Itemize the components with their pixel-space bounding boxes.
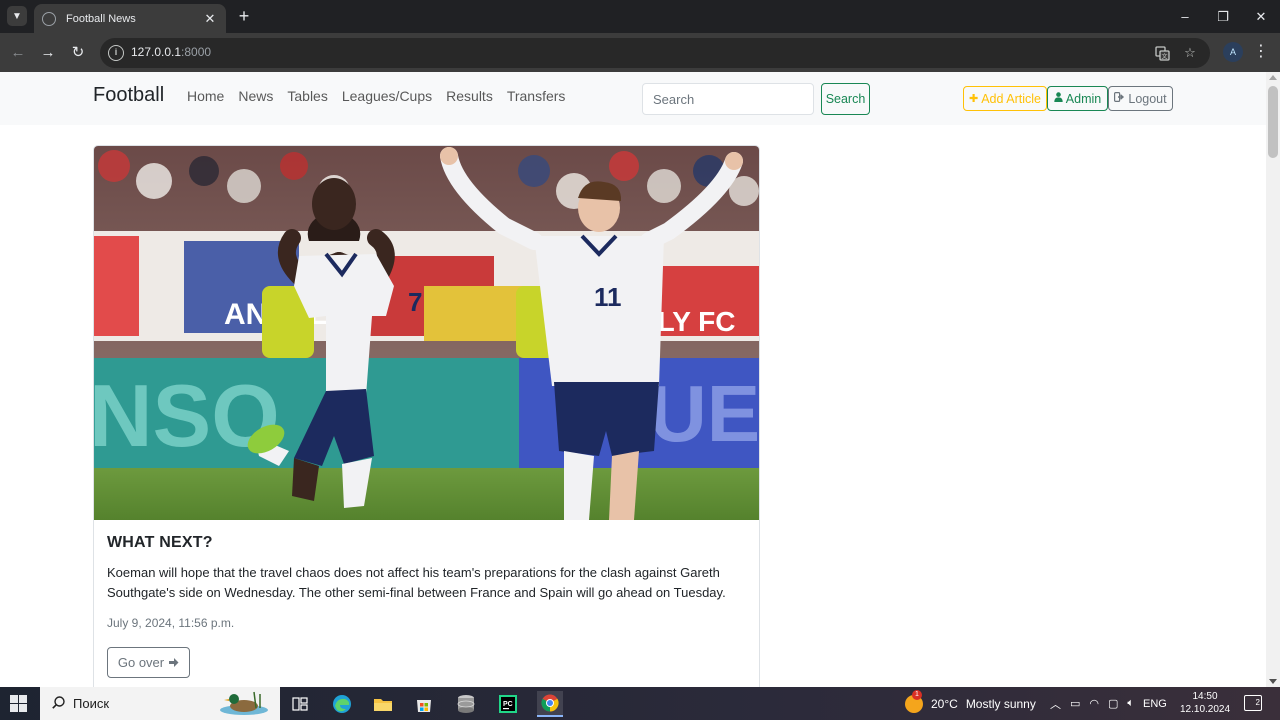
user-icon xyxy=(1054,92,1063,105)
article-body: WHAT NEXT? Koeman will hope that the tra… xyxy=(107,534,747,630)
globe-icon xyxy=(42,11,56,26)
microsoft-store-icon[interactable] xyxy=(411,691,437,717)
svg-text:文: 文 xyxy=(1161,52,1167,60)
article-image: ANGLE SLY FC NSO UE xyxy=(94,146,759,520)
windows-start-icon[interactable] xyxy=(10,695,27,712)
weather-condition: Mostly sunny xyxy=(965,696,1036,711)
windows-taskbar: Поиск PC 1 20°C Mostly sunny ︿ ▭ ◠ ▢ 🔈︎ … xyxy=(0,687,1280,720)
search-button[interactable]: Search xyxy=(821,83,870,115)
player-left-number: 7 xyxy=(408,287,422,317)
device-icon[interactable]: ▢ xyxy=(1108,697,1118,710)
scroll-up-arrow-icon[interactable] xyxy=(1269,75,1277,80)
new-tab-button[interactable]: + xyxy=(234,5,254,27)
weather-widget[interactable]: 1 20°C Mostly sunny xyxy=(905,687,1036,720)
pycharm-icon[interactable]: PC xyxy=(495,691,521,717)
url-host: 127.0.0.1 xyxy=(131,45,182,59)
back-arrow-icon[interactable]: ← xyxy=(7,41,29,63)
site-navbar: Football Home News Tables Leagues/Cups R… xyxy=(0,72,1266,125)
notification-center-icon[interactable]: 2 xyxy=(1244,695,1262,711)
weather-temperature: 20°C xyxy=(931,696,958,711)
forward-arrow-icon[interactable]: → xyxy=(37,41,59,63)
bookmark-star-icon[interactable]: ☆ xyxy=(1181,44,1199,62)
page-viewport: Football Home News Tables Leagues/Cups R… xyxy=(0,72,1266,687)
battery-icon[interactable]: ▭ xyxy=(1070,697,1080,710)
go-over-label: Go over xyxy=(117,655,165,670)
address-url[interactable]: 127.0.0.1:8000 xyxy=(131,45,211,59)
taskbar-search-text: Поиск xyxy=(73,696,110,711)
arrow-right-icon xyxy=(168,657,179,668)
article-text: Koeman will hope that the travel chaos d… xyxy=(107,565,726,600)
browser-menu-icon[interactable]: ⋮ xyxy=(1253,41,1269,63)
nav-link-home[interactable]: Home xyxy=(187,88,224,104)
tab-close-icon[interactable]: ✕ xyxy=(202,11,218,27)
search-icon xyxy=(52,695,65,712)
nav-link-results[interactable]: Results xyxy=(446,88,493,104)
minimize-button[interactable]: – xyxy=(1166,0,1204,33)
nav-link-leagues-cups[interactable]: Leagues/Cups xyxy=(342,88,432,104)
site-info-icon[interactable]: i xyxy=(108,45,124,61)
article-title[interactable]: WHAT NEXT? xyxy=(107,534,747,552)
profile-avatar[interactable]: A xyxy=(1223,42,1243,62)
wifi-icon[interactable]: ◠ xyxy=(1089,697,1099,710)
admin-button[interactable]: Admin xyxy=(1047,86,1108,111)
browser-tab-active[interactable]: Football News ✕ xyxy=(34,4,226,33)
close-window-button[interactable]: ✕ xyxy=(1242,0,1280,33)
scroll-thumb[interactable] xyxy=(1268,86,1278,158)
nav-link-news[interactable]: News xyxy=(238,88,273,104)
clock-date: 12.10.2024 xyxy=(1180,704,1231,715)
maximize-button[interactable]: ❐ xyxy=(1204,0,1242,33)
task-view-icon[interactable] xyxy=(287,691,313,717)
volume-icon[interactable]: 🔈︎ xyxy=(1127,697,1134,710)
admin-label: Admin xyxy=(1065,91,1102,106)
database-app-icon[interactable] xyxy=(453,691,479,717)
sun-weather-icon: 1 xyxy=(905,689,923,713)
browser-tabstrip: ▼ Football News ✕ + – ❐ ✕ xyxy=(0,0,1280,33)
sign-out-icon xyxy=(1114,92,1125,105)
page-scrollbar[interactable] xyxy=(1266,72,1280,687)
add-article-button[interactable]: ✚ Add Article xyxy=(963,86,1047,111)
logout-button[interactable]: Logout xyxy=(1108,86,1173,111)
taskbar-clock[interactable]: 14:50 12.10.2024 xyxy=(1180,690,1230,716)
player-right-number: 11 xyxy=(594,282,622,312)
tab-title: Football News xyxy=(66,12,136,25)
logout-label: Logout xyxy=(1128,91,1167,106)
article-card: ANGLE SLY FC NSO UE xyxy=(93,145,760,687)
taskbar-search-box[interactable]: Поиск xyxy=(40,687,280,720)
nav-link-tables[interactable]: Tables xyxy=(287,88,327,104)
svg-text:PC: PC xyxy=(503,701,513,708)
url-port: :8000 xyxy=(181,45,212,59)
main-nav: Home News Tables Leagues/Cups Results Tr… xyxy=(187,88,565,104)
address-bar[interactable]: i 127.0.0.1:8000 文 ☆ xyxy=(100,38,1210,68)
translate-icon[interactable]: 文 xyxy=(1153,44,1171,62)
file-explorer-icon[interactable] xyxy=(370,691,396,717)
article-date: July 9, 2024, 11:56 p.m. xyxy=(107,616,235,630)
board-right-text: UE xyxy=(649,369,759,458)
scroll-down-arrow-icon[interactable] xyxy=(1269,679,1277,684)
chevron-up-icon[interactable]: ︿ xyxy=(1050,696,1061,712)
tab-search-button[interactable]: ▼ xyxy=(7,6,27,26)
chrome-taskbar-icon[interactable] xyxy=(537,691,563,717)
search-input[interactable] xyxy=(642,83,814,115)
add-article-label: Add Article xyxy=(981,91,1041,106)
weather-alert-badge: 1 xyxy=(912,689,922,700)
browser-toolbar: ← → ↻ i 127.0.0.1:8000 文 ☆ A ⋮ xyxy=(0,33,1280,72)
edge-browser-icon[interactable] xyxy=(329,691,355,717)
nav-link-transfers[interactable]: Transfers xyxy=(507,88,566,104)
clock-time: 14:50 xyxy=(1192,691,1218,702)
plus-icon: ✚ xyxy=(969,93,979,105)
window-controls: – ❐ ✕ xyxy=(1166,0,1280,33)
system-tray: ︿ ▭ ◠ ▢ 🔈︎ ENG xyxy=(1050,687,1167,720)
go-over-button[interactable]: Go over xyxy=(107,647,190,678)
search-highlight-duck-icon xyxy=(214,690,272,720)
language-indicator[interactable]: ENG xyxy=(1143,698,1167,710)
reload-icon[interactable]: ↻ xyxy=(67,41,89,63)
site-brand[interactable]: Football xyxy=(93,84,164,107)
